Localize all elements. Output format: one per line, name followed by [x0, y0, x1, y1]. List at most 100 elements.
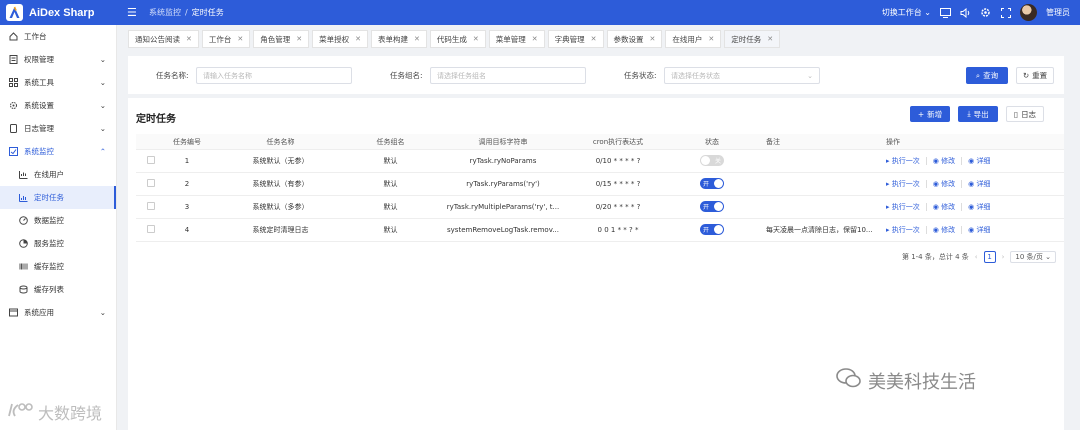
task-group-select[interactable]: 请选择任务组名	[430, 67, 586, 84]
row-checkbox[interactable]	[147, 179, 155, 187]
tab-param-settings[interactable]: 参数设置 ✕	[606, 30, 663, 48]
volume-icon[interactable]	[960, 7, 971, 18]
detail-link[interactable]: ◉ 详细	[968, 202, 990, 212]
tab-role-management[interactable]: 角色管理 ✕	[253, 30, 310, 48]
sidebar-item-workbench[interactable]: 工作台	[0, 25, 116, 48]
row-checkbox[interactable]	[147, 202, 155, 210]
detail-link[interactable]: ◉ 详细	[968, 225, 990, 235]
sidebar-item-system-monitor[interactable]: 系统监控 ⌃	[0, 140, 116, 163]
tab-menu-management[interactable]: 菜单管理 ✕	[488, 30, 545, 48]
status-toggle[interactable]: 开	[700, 223, 724, 235]
fullscreen-icon[interactable]	[1000, 7, 1011, 18]
status-toggle-label: 开	[703, 203, 710, 211]
chart-icon	[18, 193, 28, 202]
cell-task-id: 3	[184, 203, 190, 211]
sidebar-item-cache-list[interactable]: 缓存列表	[0, 278, 116, 301]
sidebar-item-label: 定时任务	[34, 193, 64, 202]
row-checkbox[interactable]	[147, 225, 155, 233]
pie-icon	[18, 239, 28, 248]
tab-dict-management[interactable]: 字典管理 ✕	[547, 30, 604, 48]
page-number[interactable]: 1	[983, 251, 996, 263]
cell-task-name: 系统默认（多参）	[252, 203, 309, 211]
edit-link[interactable]: ◉ 修改	[933, 179, 955, 189]
run-once-link[interactable]: ▸ 执行一次	[886, 156, 920, 166]
settings-gear-icon[interactable]	[980, 7, 991, 18]
monitor-icon[interactable]	[940, 7, 951, 18]
status-toggle[interactable]: 关	[700, 154, 724, 166]
detail-link[interactable]: ◉ 详细	[968, 179, 990, 189]
close-icon[interactable]: ✕	[414, 35, 420, 43]
user-name[interactable]: 管理员	[1046, 7, 1070, 18]
status-toggle[interactable]: 开	[700, 200, 724, 212]
sidebar-item-scheduled-tasks[interactable]: 定时任务	[0, 186, 116, 209]
prev-page-icon[interactable]: ‹	[975, 253, 978, 261]
log-icon	[8, 124, 18, 133]
export-button[interactable]: ⤓ 导出	[958, 106, 998, 122]
sidebar-item-log-management[interactable]: 日志管理 ⌄	[0, 117, 116, 140]
task-status-select[interactable]: 请选择任务状态 ⌄	[664, 67, 820, 84]
reset-button-label: 重置	[1032, 71, 1048, 80]
tab-notice-read[interactable]: 通知公告阅读 ✕	[128, 30, 199, 48]
close-icon[interactable]: ✕	[532, 35, 538, 43]
header-cron: cron执行表达式	[592, 137, 644, 146]
log-button-label: 日志	[1021, 109, 1037, 119]
sidebar-item-system-tools[interactable]: 系统工具 ⌄	[0, 71, 116, 94]
add-button[interactable]: + 新增	[910, 106, 950, 122]
run-once-link[interactable]: ▸ 执行一次	[886, 225, 920, 235]
tab-workbench[interactable]: 工作台 ✕	[201, 30, 251, 48]
cell-task-group: 默认	[383, 203, 398, 211]
reset-button[interactable]: ↻ 重置	[1016, 67, 1054, 84]
close-icon[interactable]: ✕	[355, 35, 361, 43]
logo: AiDex Sharp	[0, 0, 117, 25]
detail-link[interactable]: ◉ 详细	[968, 156, 990, 166]
close-icon[interactable]: ✕	[708, 35, 714, 43]
cell-invoke-target: ryTask.ryNoParams	[469, 157, 537, 165]
sidebar-item-system-apps[interactable]: 系统应用 ⌄	[0, 301, 116, 324]
plus-icon: +	[917, 109, 925, 119]
tab-menu-auth[interactable]: 菜单授权 ✕	[312, 30, 368, 48]
edit-link[interactable]: ◉ 修改	[933, 156, 955, 166]
close-icon[interactable]: ✕	[186, 35, 192, 43]
close-icon[interactable]: ✕	[767, 35, 773, 43]
close-icon[interactable]: ✕	[296, 35, 302, 43]
chevron-down-icon: ⌄	[99, 78, 106, 87]
watermark-text: 美美科技生活	[868, 371, 976, 393]
tab-form-build[interactable]: 表单构建 ✕	[371, 30, 427, 48]
log-button[interactable]: ▯ 日志	[1006, 106, 1044, 122]
sidebar-item-service-monitor[interactable]: 服务监控	[0, 232, 116, 255]
status-toggle-label: 开	[703, 180, 710, 188]
switch-workbench[interactable]: 切换工作台 ⌄	[882, 7, 931, 18]
sidebar-item-permission[interactable]: 权限管理 ⌄	[0, 48, 116, 71]
close-icon[interactable]: ✕	[591, 35, 597, 43]
header-invoke-target: 调用目标字符串	[478, 137, 528, 146]
next-page-icon[interactable]: ›	[1002, 253, 1005, 261]
edit-link[interactable]: ◉ 修改	[933, 225, 955, 235]
sidebar-item-cache-monitor[interactable]: 缓存监控	[0, 255, 116, 278]
edit-link[interactable]: ◉ 修改	[933, 202, 955, 212]
status-toggle[interactable]: 开	[700, 177, 724, 189]
sidebar-item-data-monitor[interactable]: 数据监控	[0, 209, 116, 232]
tab-code-gen[interactable]: 代码生成 ✕	[429, 30, 486, 48]
close-icon[interactable]: ✕	[650, 35, 656, 43]
sidebar-item-online-users[interactable]: 在线用户	[0, 163, 116, 186]
menu-toggle-icon[interactable]: ☰	[127, 6, 149, 19]
search-form: 任务名称: 请输入任务名称 任务组名: 请选择任务组名 任务状态: 请选择任务状…	[128, 56, 1064, 94]
close-icon[interactable]: ✕	[237, 35, 243, 43]
header-task-name: 任务名称	[266, 137, 295, 146]
page-size-select[interactable]: 10 条/页 ⌄	[1010, 251, 1056, 263]
tab-scheduled-tasks[interactable]: 定时任务 ✕	[724, 30, 781, 48]
query-button[interactable]: ⌕ 查询	[966, 67, 1008, 84]
avatar[interactable]	[1020, 4, 1037, 21]
breadcrumb-parent[interactable]: 系统监控	[149, 7, 181, 18]
sidebar-item-system-settings[interactable]: 系统设置 ⌄	[0, 94, 116, 117]
tab-label: 字典管理	[554, 34, 585, 44]
tab-online-users[interactable]: 在线用户 ✕	[665, 30, 722, 48]
close-icon[interactable]: ✕	[473, 35, 479, 43]
task-name-input[interactable]: 请输入任务名称	[196, 67, 352, 84]
row-checkbox[interactable]	[147, 156, 155, 164]
app-name: AiDex Sharp	[29, 6, 95, 19]
run-once-link[interactable]: ▸ 执行一次	[886, 179, 920, 189]
cell-cron: 0/10 * * * * ?	[595, 157, 641, 165]
cell-task-id: 2	[184, 180, 190, 188]
run-once-link[interactable]: ▸ 执行一次	[886, 202, 920, 212]
